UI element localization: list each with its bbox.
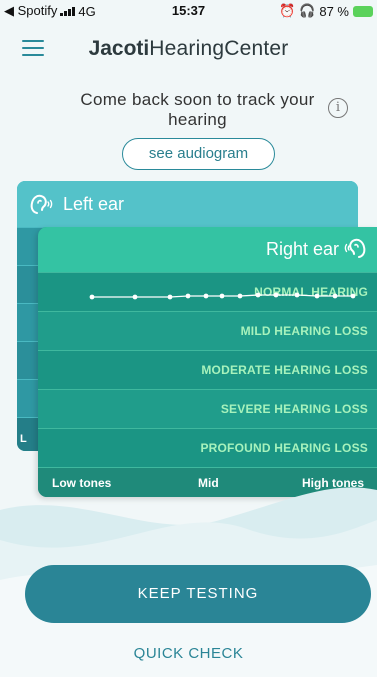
audiogram-point [314,293,320,299]
audiogram-point [255,292,261,298]
level-moderate-hearing-loss: MODERATE HEARING LOSS [38,350,377,389]
app-header: JacotiHearingCenter [0,22,377,72]
brand-light: HearingCenter [149,37,289,60]
audiogram-point [273,292,279,298]
ear-icon [30,194,53,214]
quick-check-link[interactable]: QUICK CHECK [0,645,377,662]
keep-testing-button[interactable]: KEEP TESTING [25,565,371,623]
brand-logo: JacotiHearingCenter [0,37,377,61]
battery-icon [353,5,373,17]
audiogram-point [185,293,191,299]
audiogram-point [219,293,225,299]
left-low-tones-label: L [20,433,27,445]
left-ear-title: Left ear [63,194,125,214]
brand-bold: Jacoti [88,37,150,60]
right-ear-title: Right ear [265,239,339,259]
level-mild-hearing-loss: MILD HEARING LOSS [38,311,377,350]
level-profound-hearing-loss: PROFOUND HEARING LOSS [38,428,377,467]
right-ear-card[interactable]: Right ear NORMAL HEARING MILD HEARING LO… [38,227,377,497]
audiogram-line [89,292,356,300]
audiogram-point [237,293,243,299]
audiogram-point [167,294,173,300]
see-audiogram-button[interactable]: see audiogram [122,138,275,170]
info-icon[interactable]: i [328,98,348,118]
audiogram-point [132,294,138,300]
status-bar: ◀ Spotify 4G 15:37 ⏰ 🎧 87 % [0,0,377,20]
level-severe-hearing-loss: SEVERE HEARING LOSS [38,389,377,428]
status-right: ⏰ 🎧 87 % [279,3,373,19]
audiogram-point [294,292,300,298]
audiogram-point [332,293,338,299]
audiogram-point [350,293,356,299]
headphones-icon: 🎧 [299,3,316,18]
audiogram-point [89,294,95,300]
audiogram-point [203,293,209,299]
battery-percent: 87 % [319,3,349,19]
alarm-icon: ⏰ [278,3,296,18]
come-back-message: Come back soon to track your hearing [80,90,315,129]
ear-icon [344,238,366,258]
